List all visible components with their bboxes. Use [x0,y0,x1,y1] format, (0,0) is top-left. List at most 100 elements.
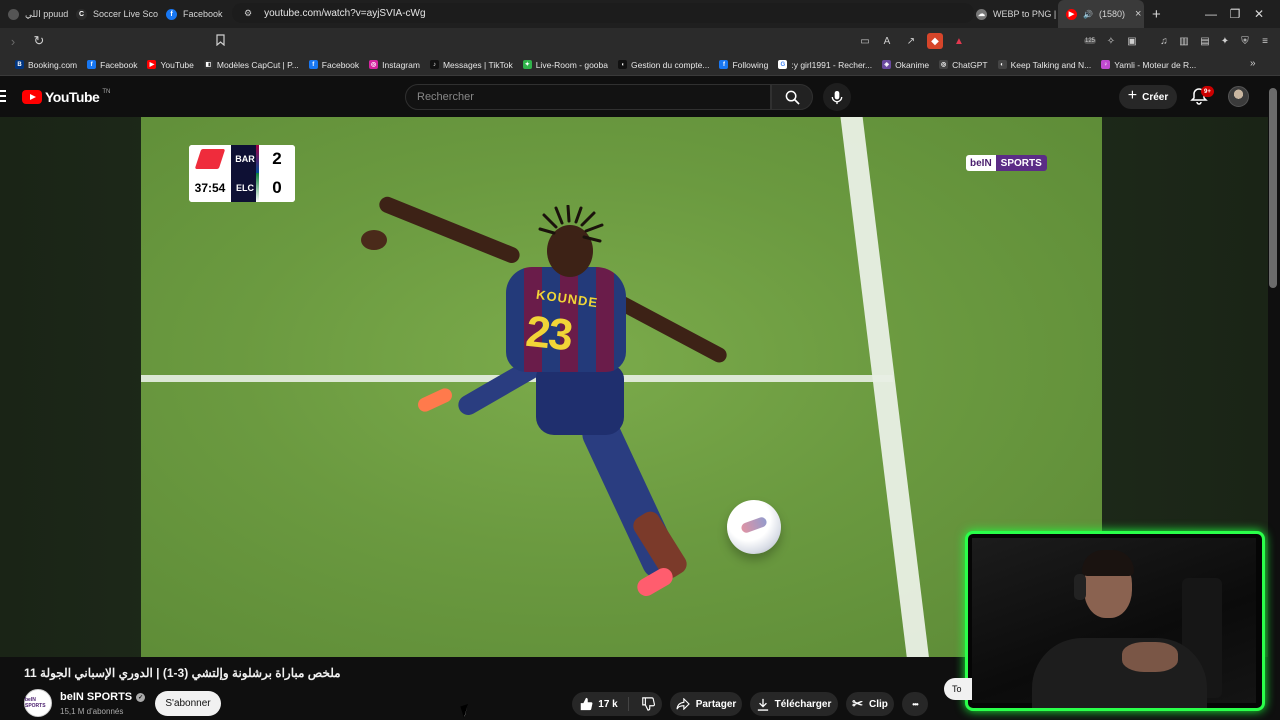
screenshot-icon[interactable]: ▣ [1124,33,1140,49]
bookmark-favicon-icon: f [308,60,318,69]
bookmark-item[interactable]: ▶ YouTube [142,60,198,70]
bookmark-item[interactable]: B Booking.com [10,60,82,70]
bookmark-item[interactable]: ◖ Gestion du compte... [613,60,714,70]
sidebar-icon[interactable]: ▥ [1176,33,1192,49]
share-page-icon[interactable]: ↗ [903,33,919,49]
partially-visible-button[interactable]: To [944,678,972,700]
webcam-feed [972,538,1256,708]
forward-icon[interactable]: › [0,28,26,54]
channel-avatar[interactable]: beIN SPORTS [24,689,52,717]
rewards-icon[interactable]: ▲ [951,33,967,49]
leo-ai-icon[interactable]: ✦ [1217,33,1233,49]
bookmark-label: Gestion du compte... [631,59,710,70]
download-label: Télécharger [774,698,832,710]
bookmark-favicon-icon: ◈ [882,60,892,69]
tab-close-icon[interactable]: × [1135,8,1141,20]
tab-favicon-icon: f [166,8,177,20]
bookmark-label: Booking.com [28,59,78,70]
omnibox[interactable]: ⚙ youtube.com/watch?v=ayjSVIA-cWg [232,3,974,23]
bookmark-item[interactable]: f Following [714,60,773,70]
webcam-person-hand [1122,642,1178,672]
bookmark-item[interactable]: ◎ Instagram [364,60,425,70]
browser-tab[interactable]: ☁ WEBP to PNG | [968,0,1058,28]
clip-label: Clip [869,698,888,710]
more-bookmarks-icon[interactable]: » [1250,58,1256,69]
browser-menu-icon[interactable]: ≡ [1257,33,1273,49]
channel-avatar-text: beIN SPORTS [25,697,46,709]
extensions-puzzle-icon[interactable]: ✧ [1103,33,1119,49]
brave-shield-icon[interactable]: ◆ [927,33,943,49]
notification-badge: 9+ [1201,86,1214,97]
thumbs-down-icon [641,697,655,711]
clip-button[interactable]: ✂ Clip [846,692,894,716]
team2-score: 0 [259,173,295,202]
football [727,500,781,554]
bookmark-item[interactable]: G:y girl1991 - Recher... [773,60,877,70]
menu-icon[interactable] [0,90,6,102]
site-info-icon[interactable]: ⚙ [244,8,252,19]
share-label: Partager [695,698,737,710]
tab-favicon-icon: ☁ [976,8,987,20]
youtube-play-icon [22,90,42,104]
bookmark-label: :y girl1991 - Recher... [791,59,873,70]
bookmark-favicon-icon: ♀ [1101,60,1111,69]
bookmark-label: YouTube [160,59,194,70]
player-dreadlocks [538,205,604,243]
bookmark-item[interactable]: ♪ Messages | TikTok [425,60,518,70]
download-button[interactable]: Télécharger [750,692,838,716]
bookmark-favicon-icon: f [87,60,97,69]
youtube-logo[interactable]: YouTube TN [22,89,110,105]
video-title: ملخص مباراة برشلونة وإلتشي (3-1) | الدور… [24,666,341,680]
team1-code: BAR [231,145,259,173]
bookmark-item[interactable]: f Facebook [82,60,142,70]
search-button[interactable] [771,84,813,110]
bookmark-item[interactable]: ◐ Keep Talking and N... [993,60,1097,70]
webcam-person-hair [1082,550,1134,576]
page-scrollbar[interactable] [1269,88,1277,288]
bookmark-item[interactable]: ◎ ChatGPT [934,60,992,70]
new-tab-button[interactable]: + [1144,6,1169,23]
voice-search-button[interactable] [823,83,851,111]
close-window-icon[interactable]: ✕ [1236,0,1280,28]
account-avatar[interactable] [1228,86,1249,107]
bookmark-item[interactable]: f Facebook [304,60,364,70]
vpn-icon[interactable]: ⛨ [1237,33,1253,49]
bookmark-page-icon[interactable] [216,34,225,49]
thumbs-up-icon [581,697,593,711]
more-actions-button[interactable]: ••• [902,692,928,716]
match-clock: 37:54 [189,173,231,202]
like-button[interactable]: 17 k [579,697,629,711]
youtube-country-code: TN [102,89,111,95]
bookmark-item[interactable]: ♀ Yamli - Moteur de R... [1096,60,1201,70]
search-input[interactable] [417,91,770,103]
subscribe-button[interactable]: S'abonner [155,691,221,716]
reload-icon[interactable]: ↻ [26,28,52,54]
video-player[interactable]: BAR 2 37:54 ELC 0 beIN SPORTS KOUNDE 23 [141,117,1102,657]
translate-icon[interactable]: A [879,33,895,49]
create-label: Créer [1142,91,1169,103]
webcam-overlay [965,531,1265,711]
browser-tab[interactable]: C Soccer Live Sco [68,0,158,28]
browser-tab[interactable]: اللي ppuuden [0,0,68,28]
verified-check-icon: ✓ [136,692,146,702]
browser-tab[interactable]: ▶ 🔊 (1580) × [1058,0,1144,28]
cast-icon[interactable]: ▭ [857,33,873,49]
bookmark-item[interactable]: ✦ Live-Room - gooba [518,60,613,70]
broadcaster-logo-part2: SPORTS [995,155,1047,171]
create-button[interactable]: + Créer [1119,85,1177,109]
scissors-icon: ✂ [852,696,863,711]
bookmark-label: Okanime [895,59,930,70]
tab-audio-icon[interactable]: 🔊 [1083,10,1093,19]
media-controls-icon[interactable]: ♫ [1156,33,1172,49]
share-button[interactable]: Partager [670,692,742,716]
dislike-button[interactable] [635,697,655,711]
like-count: 17 k [598,698,618,710]
channel-name-link[interactable]: beIN SPORTS ✓ [60,691,146,703]
bookmark-item[interactable]: ◈ Okanime [877,60,934,70]
wallet-icon[interactable]: ▤ [1197,33,1213,49]
plus-icon: + [1127,87,1138,104]
bookmark-label: Messages | TikTok [442,59,513,70]
bookmark-label: Modèles CapCut | P... [216,59,299,70]
bookmark-item[interactable]: ◧ Modèles CapCut | P... [199,60,304,70]
extension-counter-icon[interactable]: 125 [1082,33,1098,49]
